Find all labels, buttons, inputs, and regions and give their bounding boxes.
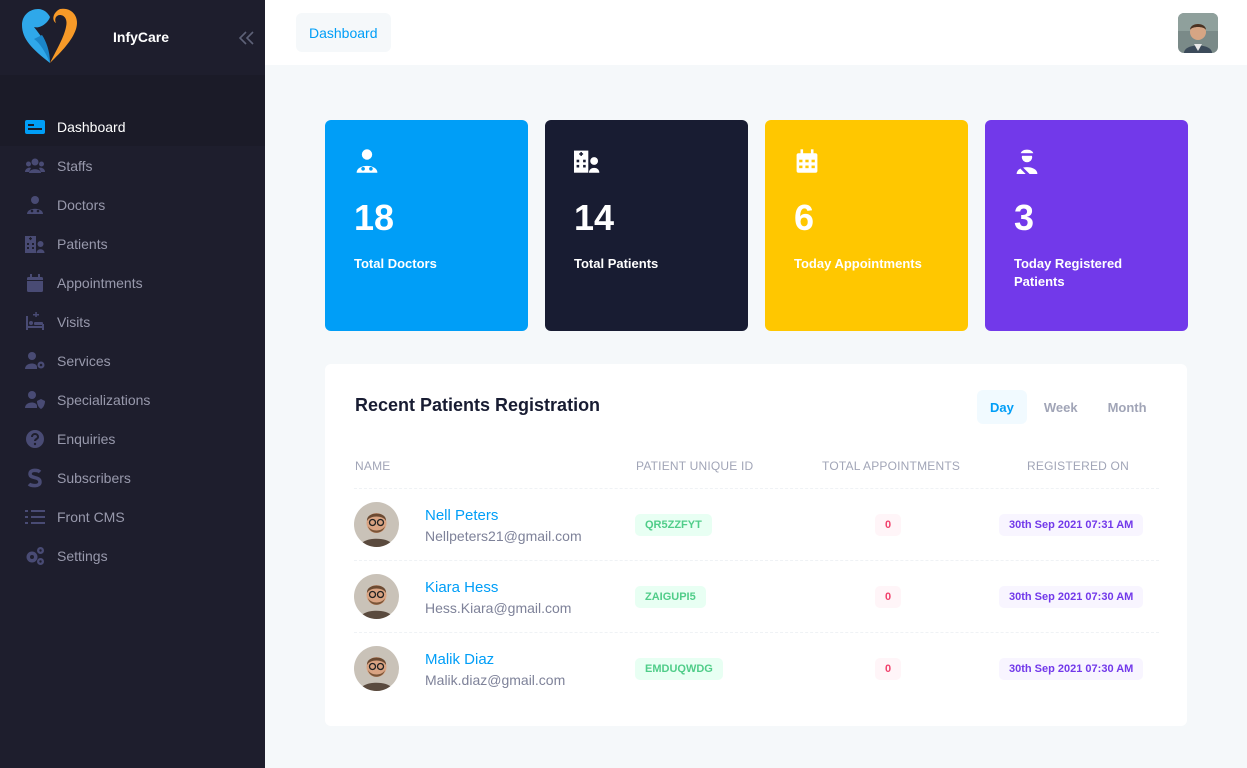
stat-value: 14 — [574, 197, 615, 238]
doctor-icon — [354, 148, 380, 174]
hospital-user-icon — [574, 148, 600, 174]
sidebar-item-staffs[interactable]: Staffs — [0, 146, 265, 185]
sidebar-item-doctors[interactable]: Doctors — [0, 185, 265, 224]
user-injured-icon — [1014, 148, 1040, 174]
appointments-count-badge: 0 — [875, 658, 901, 680]
column-header-patient-unique-id: PATIENT UNIQUE ID — [636, 459, 754, 473]
stat-card-today-registered-patients[interactable]: 3 Today Registered Patients — [985, 120, 1188, 331]
calendar-icon — [24, 272, 46, 294]
users-icon — [24, 155, 46, 177]
subscriber-s-icon — [24, 467, 46, 489]
stat-value: 3 — [1014, 197, 1035, 238]
sidebar: InfyCare Dashboard Staffs Doctors Patien… — [0, 0, 265, 768]
sidebar-item-settings[interactable]: Settings — [0, 536, 265, 575]
user-shield-icon — [24, 389, 46, 411]
calendar-icon — [794, 148, 820, 174]
sidebar-item-label: Services — [57, 352, 111, 369]
infycare-logo[interactable] — [18, 5, 82, 69]
column-header-name: NAME — [355, 459, 391, 473]
sidebar-item-label: Front CMS — [57, 508, 125, 525]
table-row: Kiara Hess Hess.Kiara@gmail.com ZAIGUPI5… — [354, 560, 1159, 632]
stat-label: Total Doctors — [354, 256, 437, 271]
stat-label: Total Patients — [574, 256, 659, 271]
brand-name: InfyCare — [113, 29, 170, 45]
sidebar-item-patients[interactable]: Patients — [0, 224, 265, 263]
patient-uid-badge: EMDUQWDG — [635, 658, 723, 680]
tab-month[interactable]: Month — [1095, 390, 1160, 424]
sidebar-item-label: Appointments — [57, 274, 143, 291]
patient-avatar — [354, 502, 399, 547]
question-circle-icon — [24, 428, 46, 450]
sidebar-item-label: Subscribers — [57, 469, 131, 486]
sidebar-item-front-cms[interactable]: Front CMS — [0, 497, 265, 536]
table-row: Malik Diaz Malik.diaz@gmail.com EMDUQWDG… — [354, 632, 1159, 704]
sidebar-item-visits[interactable]: Visits — [0, 302, 265, 341]
period-tabs: Day Week Month — [977, 390, 1164, 424]
stat-card-today-appointments[interactable]: 6 Today Appointments — [765, 120, 968, 331]
tab-day[interactable]: Day — [977, 390, 1027, 424]
doctor-icon — [24, 194, 46, 216]
appointments-count-badge: 0 — [875, 586, 901, 608]
sidebar-item-specializations[interactable]: Specializations — [0, 380, 265, 419]
user-avatar[interactable] — [1178, 13, 1218, 53]
sidebar-item-label: Dashboard — [57, 118, 126, 135]
sidebar-item-dashboard[interactable]: Dashboard — [0, 107, 265, 146]
stat-label: Today Appointments — [794, 256, 922, 271]
breadcrumb-dashboard[interactable]: Dashboard — [296, 13, 391, 52]
dashboard-icon — [24, 116, 46, 138]
sidebar-item-appointments[interactable]: Appointments — [0, 263, 265, 302]
user-cog-icon — [24, 350, 46, 372]
sidebar-item-label: Patients — [57, 235, 108, 252]
stat-value: 6 — [794, 197, 815, 238]
brand: InfyCare — [0, 0, 265, 75]
sidebar-item-label: Specializations — [57, 391, 151, 408]
stat-label: Today Registered Patients — [1014, 256, 1123, 289]
patient-uid-badge: ZAIGUPI5 — [635, 586, 706, 608]
sidebar-item-label: Enquiries — [57, 430, 116, 447]
tasks-icon — [24, 506, 46, 528]
stat-card-total-patients[interactable]: 14 Total Patients — [545, 120, 748, 331]
patient-uid-badge: QR5ZZFYT — [635, 514, 712, 536]
sidebar-item-label: Doctors — [57, 196, 106, 213]
appointments-count-badge: 0 — [875, 514, 901, 536]
procedures-icon — [24, 311, 46, 333]
hospital-user-icon — [24, 233, 46, 255]
patient-avatar — [354, 646, 399, 691]
sidebar-item-label: Staffs — [57, 157, 93, 174]
registered-date-badge: 30th Sep 2021 07:30 AM — [999, 658, 1144, 680]
stat-card-total-doctors[interactable]: 18 Total Doctors — [325, 120, 528, 331]
sidebar-spacer — [0, 75, 265, 107]
panel-title: Recent Patients Registration — [355, 395, 601, 415]
patient-name-link[interactable]: Kiara Hess — [425, 579, 498, 596]
patient-email: Hess.Kiara@gmail.com — [425, 600, 572, 616]
sidebar-item-label: Settings — [57, 547, 108, 564]
top-header: Dashboard — [265, 0, 1247, 65]
patient-avatar — [354, 574, 399, 619]
column-header-registered-on: REGISTERED ON — [1027, 459, 1129, 473]
registered-date-badge: 30th Sep 2021 07:31 AM — [999, 514, 1144, 536]
column-header-total-appointments: TOTAL APPOINTMENTS — [822, 459, 961, 473]
patient-name-link[interactable]: Nell Peters — [425, 507, 498, 524]
sidebar-item-subscribers[interactable]: Subscribers — [0, 458, 265, 497]
sidebar-item-label: Visits — [57, 313, 91, 330]
stat-value: 18 — [354, 197, 395, 238]
tab-week[interactable]: Week — [1031, 390, 1091, 424]
sidebar-item-services[interactable]: Services — [0, 341, 265, 380]
double-chevron-left-icon[interactable] — [236, 28, 258, 48]
recent-registrations-panel: Recent Patients Registration Day Week Mo… — [325, 364, 1187, 726]
patient-email: Malik.diaz@gmail.com — [425, 672, 566, 688]
sidebar-nav: Dashboard Staffs Doctors Patients Appoin… — [0, 107, 265, 575]
patient-email: Nellpeters21@gmail.com — [425, 528, 582, 544]
sidebar-item-enquiries[interactable]: Enquiries — [0, 419, 265, 458]
table-row: Nell Peters Nellpeters21@gmail.com QR5ZZ… — [354, 488, 1159, 560]
cogs-icon — [24, 545, 46, 567]
patient-name-link[interactable]: Malik Diaz — [425, 651, 494, 668]
registered-date-badge: 30th Sep 2021 07:30 AM — [999, 586, 1144, 608]
